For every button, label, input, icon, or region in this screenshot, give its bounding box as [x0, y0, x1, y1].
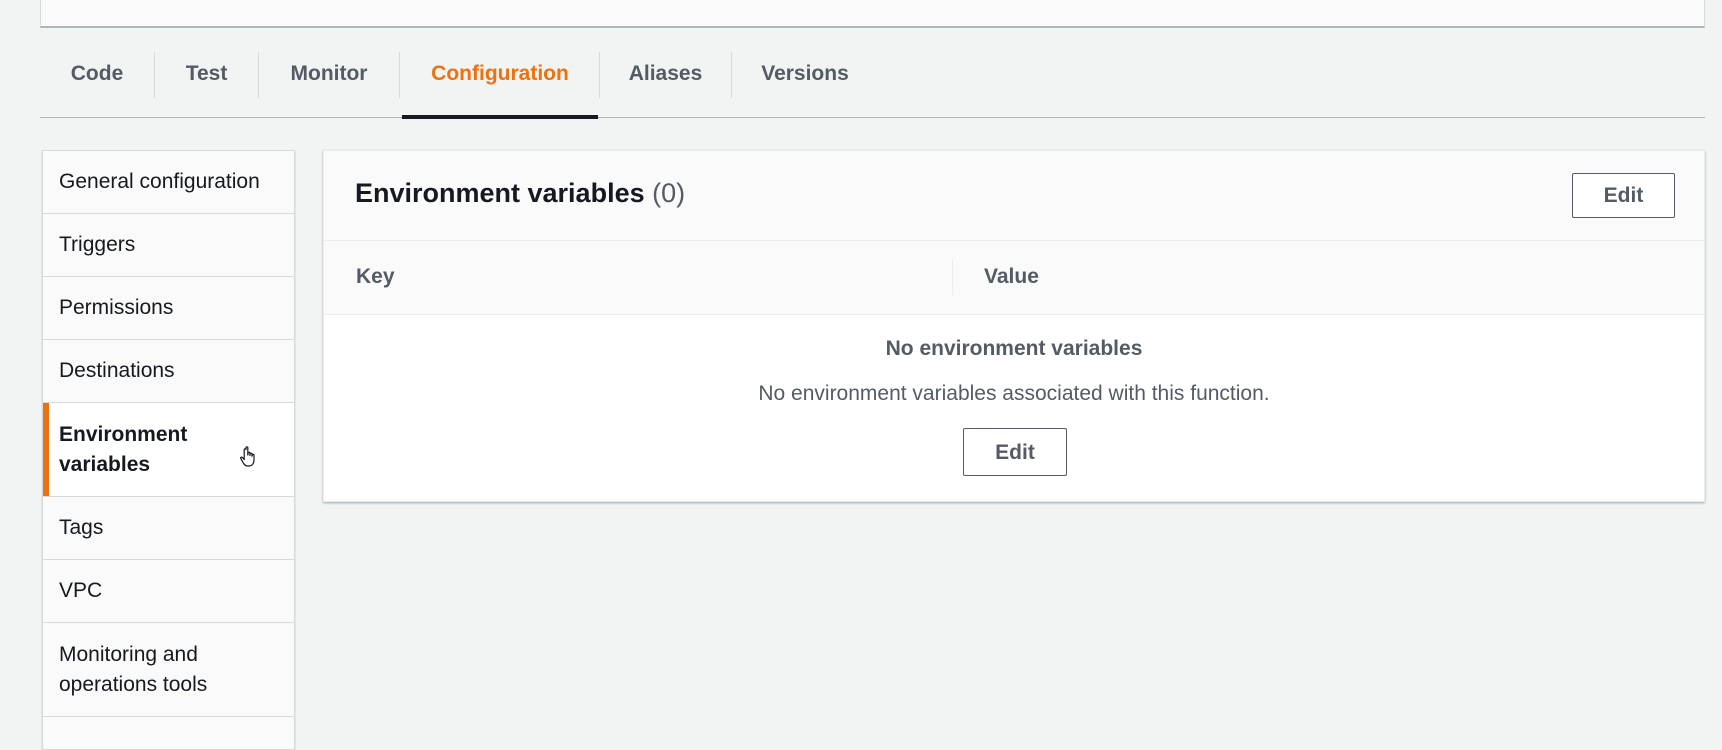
sidebar-item-triggers[interactable]: Triggers	[43, 214, 294, 277]
tab-versions[interactable]: Versions	[732, 40, 878, 118]
sidebar-item-monitoring-and-operations-tools[interactable]: Monitoring and operations tools	[43, 623, 294, 717]
sidebar-item-label: Environment variables	[59, 422, 188, 476]
hand-cursor-icon	[240, 446, 255, 467]
sidebar-item-destinations[interactable]: Destinations	[43, 340, 294, 403]
sidebar-item-label: Permissions	[59, 296, 174, 319]
variable-count: (0)	[652, 178, 686, 208]
tab-code[interactable]: Code	[40, 40, 154, 118]
column-divider	[952, 259, 953, 295]
tab-test[interactable]: Test	[155, 40, 258, 118]
empty-state-title: No environment variables	[885, 337, 1143, 360]
tab-divider	[399, 52, 400, 98]
sidebar-item-permissions[interactable]: Permissions	[43, 277, 294, 340]
sidebar-item-label: General configuration	[59, 170, 260, 193]
sidebar-item-label: Destinations	[59, 359, 175, 382]
sidebar-item-label: Tags	[59, 516, 104, 539]
table-header: Key Value	[324, 241, 1704, 315]
panel-title-text: Environment variables	[355, 178, 645, 208]
sidebar-item-general-configuration[interactable]: General configuration	[43, 151, 294, 214]
tab-aliases[interactable]: Aliases	[600, 40, 731, 118]
column-header-key[interactable]: Key	[356, 265, 395, 289]
environment-variables-panel: Environment variables (0) Edit Key Value…	[323, 150, 1705, 502]
sidebar-item-tags[interactable]: Tags	[43, 497, 294, 560]
config-sidebar: General configuration Triggers Permissio…	[42, 150, 295, 750]
empty-state-edit-button[interactable]: Edit	[963, 428, 1067, 476]
top-panel	[40, 0, 1705, 28]
tab-configuration[interactable]: Configuration	[402, 40, 598, 119]
tab-bar: Code Test Monitor Configuration Aliases …	[40, 40, 1705, 119]
sidebar-item-vpc[interactable]: VPC	[43, 560, 294, 623]
panel-title: Environment variables (0)	[355, 178, 685, 209]
sidebar-item-label: VPC	[59, 579, 103, 602]
empty-state-description: No environment variables associated with…	[758, 382, 1270, 405]
sidebar-item-environment-variables[interactable]: Environment variables	[43, 403, 294, 497]
edit-button[interactable]: Edit	[1572, 173, 1675, 218]
tab-monitor[interactable]: Monitor	[259, 40, 399, 118]
sidebar-item-label: Triggers	[59, 233, 136, 256]
column-header-value[interactable]: Value	[984, 265, 1039, 289]
sidebar-item-label: Monitoring and operations tools	[59, 642, 208, 696]
panel-header: Environment variables (0) Edit	[324, 151, 1704, 241]
